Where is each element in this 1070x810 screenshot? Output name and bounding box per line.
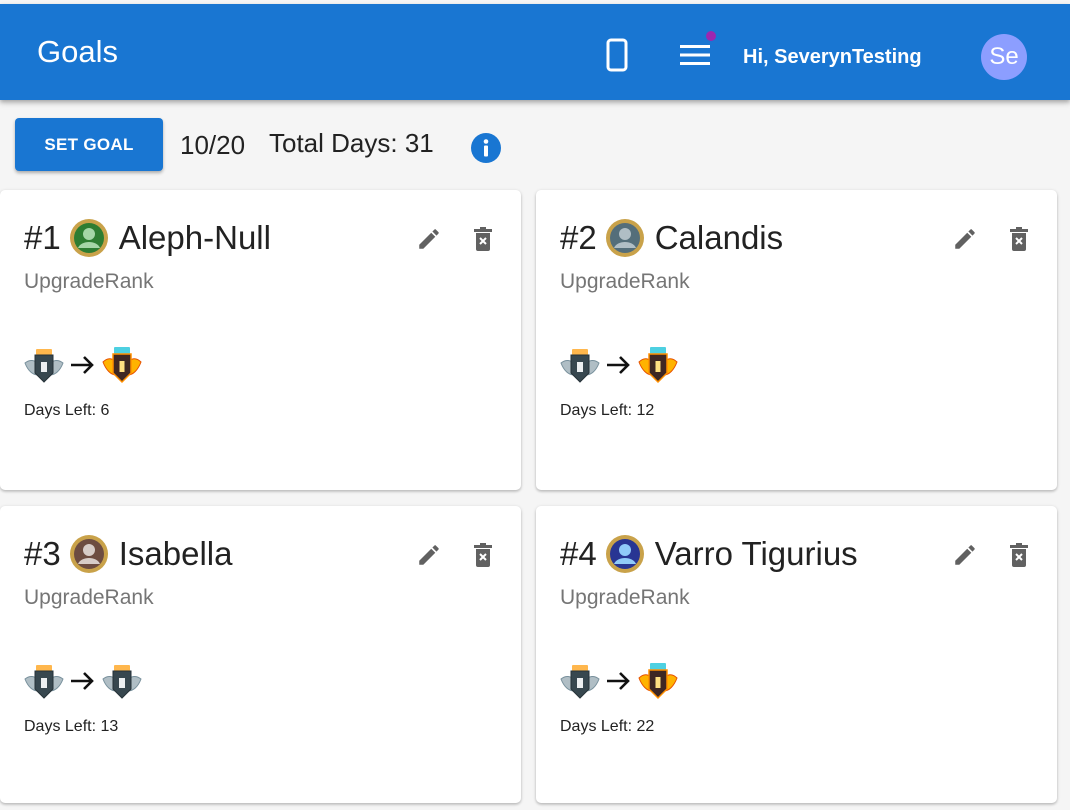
goal-heading: #1 Aleph-Null bbox=[24, 218, 271, 258]
avatar[interactable]: Se bbox=[981, 34, 1027, 80]
menu-icon[interactable] bbox=[680, 44, 710, 66]
edit-icon[interactable] bbox=[416, 542, 442, 568]
arrow-right-icon bbox=[71, 356, 94, 374]
delete-icon[interactable] bbox=[471, 226, 495, 252]
goal-number: #4 bbox=[560, 535, 597, 572]
days-left: Days Left: 6 bbox=[24, 402, 110, 419]
arrow-right-icon bbox=[71, 672, 94, 690]
goal-heading: #2 Calandis bbox=[560, 218, 783, 258]
rank-from-badge bbox=[560, 664, 600, 699]
rank-from-badge bbox=[24, 348, 64, 383]
goal-type: UpgradeRank bbox=[560, 270, 690, 293]
notification-dot bbox=[706, 31, 716, 41]
edit-icon[interactable] bbox=[416, 226, 442, 252]
rank-to-badge bbox=[102, 346, 142, 383]
goals-count: 10/20 bbox=[180, 130, 246, 160]
character-portrait bbox=[605, 219, 644, 257]
delete-icon[interactable] bbox=[1007, 542, 1031, 568]
rank-from-badge bbox=[560, 348, 600, 383]
arrow-right-icon bbox=[607, 672, 630, 690]
character-name: Calandis bbox=[654, 219, 784, 256]
days-left: Days Left: 22 bbox=[560, 718, 655, 735]
rank-from-badge bbox=[24, 664, 64, 699]
rank-progression bbox=[560, 345, 678, 385]
character-name: Varro Tigurius bbox=[654, 535, 858, 572]
rank-progression bbox=[560, 661, 678, 701]
goal-number: #2 bbox=[560, 219, 597, 256]
goal-type: UpgradeRank bbox=[560, 586, 690, 609]
user-greeting: Hi, SeverynTesting bbox=[743, 46, 922, 68]
rank-progression bbox=[24, 345, 142, 385]
goal-heading: #3 Isabella bbox=[24, 534, 232, 574]
total-days: Total Days: 31 bbox=[269, 128, 434, 158]
goal-card: #3 Isabella UpgradeRank Days Left: 13 bbox=[0, 506, 521, 803]
goal-card: #1 Aleph-Null UpgradeRank Days Left: 6 bbox=[0, 190, 521, 490]
arrow-right-icon bbox=[607, 356, 630, 374]
rank-to-badge bbox=[638, 346, 678, 383]
set-goal-button[interactable]: SET GOAL bbox=[15, 118, 163, 171]
days-left: Days Left: 12 bbox=[560, 402, 655, 419]
rank-to-badge bbox=[638, 662, 678, 699]
delete-icon[interactable] bbox=[1007, 226, 1031, 252]
smartphone-icon[interactable] bbox=[606, 38, 628, 72]
goal-heading: #4 Varro Tigurius bbox=[560, 534, 858, 574]
goal-number: #3 bbox=[24, 535, 61, 572]
days-left: Days Left: 13 bbox=[24, 718, 119, 735]
rank-progression bbox=[24, 661, 142, 701]
edit-icon[interactable] bbox=[952, 542, 978, 568]
character-portrait bbox=[605, 535, 644, 573]
goal-card: #2 Calandis UpgradeRank Days Left: 12 bbox=[536, 190, 1057, 490]
character-name: Isabella bbox=[118, 535, 233, 572]
goal-type: UpgradeRank bbox=[24, 586, 154, 609]
app-bar: Goals Hi, SeverynTesting Se bbox=[0, 4, 1070, 100]
goal-type: UpgradeRank bbox=[24, 270, 154, 293]
goal-number: #1 bbox=[24, 219, 61, 256]
rank-to-badge bbox=[102, 664, 142, 699]
character-name: Aleph-Null bbox=[118, 219, 271, 256]
delete-icon[interactable] bbox=[471, 542, 495, 568]
info-icon[interactable] bbox=[471, 133, 501, 163]
edit-icon[interactable] bbox=[952, 226, 978, 252]
goal-card: #4 Varro Tigurius UpgradeRank Days Left:… bbox=[536, 506, 1057, 803]
character-portrait bbox=[69, 219, 108, 257]
character-portrait bbox=[69, 535, 108, 573]
page-title: Goals bbox=[37, 34, 118, 69]
